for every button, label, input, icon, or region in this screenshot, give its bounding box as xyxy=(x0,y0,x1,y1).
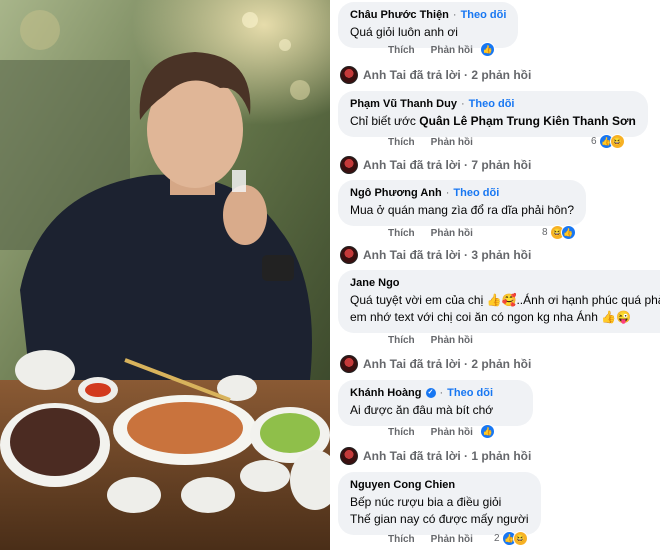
comment-actions: Thích Phản hồi xyxy=(388,228,473,239)
reply-summary: Anh Tai đã trả lời · 7 phản hồi xyxy=(363,158,532,172)
reply-action[interactable]: Phản hồi xyxy=(431,45,473,56)
haha-reaction-icon: 😆 xyxy=(512,531,528,546)
post-photo[interactable] xyxy=(0,0,330,550)
comment: Nguyen Cong Chien Bếp núc rượu bia a điề… xyxy=(338,472,541,535)
follow-link[interactable]: Theo dõi xyxy=(469,97,515,111)
comment: Ngô Phương Anh · Theo dõi Mua ở quán man… xyxy=(338,180,587,226)
comment: Jane Ngo Quá tuyệt vời em của chị 👍🥰..Án… xyxy=(338,270,660,333)
avatar xyxy=(340,355,358,373)
separator-dot: · xyxy=(439,387,444,399)
like-reaction-icon: 👍 xyxy=(480,42,495,57)
reaction-count: 2 xyxy=(494,533,500,544)
comment-bubble: Khánh Hoàng ✓ · Theo dõi Ai được ăn đâu … xyxy=(338,380,534,426)
like-action[interactable]: Thích xyxy=(388,534,415,545)
comment-actions: Thích Phản hồi xyxy=(388,45,473,56)
like-action[interactable]: Thích xyxy=(388,427,415,438)
haha-reaction-icon: 😆 xyxy=(609,134,625,149)
reaction-summary[interactable]: 2 👍 😆 xyxy=(494,531,528,546)
separator-dot: · xyxy=(452,9,457,21)
like-action[interactable]: Thích xyxy=(388,45,415,56)
comment-actions: Thích Phản hồi xyxy=(388,534,473,545)
reply-summary: Anh Tai đã trả lời · 2 phản hồi xyxy=(363,357,532,371)
comments-panel: Châu Phước Thiện · Theo dõi Quá giỏi luô… xyxy=(330,0,660,550)
avatar xyxy=(340,246,358,264)
comment: Phạm Vũ Thanh Duy · Theo dõi Chỉ biết ướ… xyxy=(338,91,648,137)
reply-action[interactable]: Phản hồi xyxy=(431,228,473,239)
comment-text: Quá giỏi luôn anh ơi xyxy=(350,25,458,39)
comment-author[interactable]: Jane Ngo xyxy=(350,276,400,290)
reply-thread-link[interactable]: Anh Tai đã trả lời · 1 phản hồi xyxy=(340,447,531,465)
mention-tag[interactable]: Quân Lê Phạm Trung Kiên Thanh Sơn xyxy=(419,114,636,128)
like-action[interactable]: Thích xyxy=(388,335,415,346)
photo-illustration xyxy=(0,0,330,550)
follow-link[interactable]: Theo dõi xyxy=(453,186,499,200)
reaction-summary[interactable]: 👍 xyxy=(480,424,495,439)
comment-bubble: Phạm Vũ Thanh Duy · Theo dõi Chỉ biết ướ… xyxy=(338,91,648,137)
comment-text-line-2: em nhớ text với chị coi ăn có ngon kg nh… xyxy=(350,310,632,324)
avatar xyxy=(340,156,358,174)
reply-summary: Anh Tai đã trả lời · 2 phản hồi xyxy=(363,68,532,82)
comment-author[interactable]: Phạm Vũ Thanh Duy xyxy=(350,97,457,111)
comment-author[interactable]: Khánh Hoàng xyxy=(350,386,422,400)
follow-link[interactable]: Theo dõi xyxy=(447,386,493,400)
reply-thread-link[interactable]: Anh Tai đã trả lời · 2 phản hồi xyxy=(340,66,531,84)
reply-summary: Anh Tai đã trả lời · 3 phản hồi xyxy=(363,248,532,262)
comment-bubble: Ngô Phương Anh · Theo dõi Mua ở quán man… xyxy=(338,180,587,226)
comment-author[interactable]: Ngô Phương Anh xyxy=(350,186,442,200)
reply-action[interactable]: Phản hồi xyxy=(431,427,473,438)
comment-text: Mua ở quán mang zìa đổ ra dĩa phải hôn? xyxy=(350,203,575,217)
reply-thread-link[interactable]: Anh Tai đã trả lời · 2 phản hồi xyxy=(340,355,531,373)
follow-link[interactable]: Theo dõi xyxy=(461,8,507,22)
like-reaction-icon: 👍 xyxy=(560,225,576,240)
reply-thread-link[interactable]: Anh Tai đã trả lời · 7 phản hồi xyxy=(340,156,531,174)
like-reaction-icon: 👍 xyxy=(480,424,495,439)
comment-text-line-2: Thế gian nay có được mấy người xyxy=(350,512,529,526)
comment-actions: Thích Phản hồi xyxy=(388,427,473,438)
comment-actions: Thích Phản hồi xyxy=(388,137,473,148)
reply-action[interactable]: Phản hồi xyxy=(431,335,473,346)
avatar xyxy=(340,66,358,84)
comment-text-prefix: Chỉ biết ước xyxy=(350,114,416,128)
reply-thread-link[interactable]: Anh Tai đã trả lời · 3 phản hồi xyxy=(340,246,531,264)
avatar xyxy=(340,447,358,465)
reply-action[interactable]: Phản hồi xyxy=(431,534,473,545)
comment-text: Chỉ biết ước Quân Lê Phạm Trung Kiên Tha… xyxy=(350,113,636,130)
comment-bubble: Nguyen Cong Chien Bếp núc rượu bia a điề… xyxy=(338,472,541,535)
like-action[interactable]: Thích xyxy=(388,137,415,148)
comment-text-line-1: Quá tuyệt vời em của chị 👍🥰..Ánh ơi hạnh… xyxy=(350,293,660,307)
comment: Khánh Hoàng ✓ · Theo dõi Ai được ăn đâu … xyxy=(338,380,534,426)
comment-bubble: Jane Ngo Quá tuyệt vời em của chị 👍🥰..Án… xyxy=(338,270,660,333)
verified-badge-icon: ✓ xyxy=(425,388,436,398)
comment-author[interactable]: Châu Phước Thiện xyxy=(350,8,449,22)
comment-text: Ai được ăn đâu mà bít chớ xyxy=(350,403,494,417)
reply-action[interactable]: Phản hồi xyxy=(431,137,473,148)
comment-author[interactable]: Nguyen Cong Chien xyxy=(350,478,455,492)
like-action[interactable]: Thích xyxy=(388,228,415,239)
reaction-count: 8 xyxy=(542,227,548,238)
reaction-count: 6 xyxy=(591,136,597,147)
separator-dot: · xyxy=(460,98,465,110)
comment-text-line-1: Bếp núc rượu bia a điều giỏi xyxy=(350,495,502,509)
separator-dot: · xyxy=(445,187,450,199)
reaction-summary[interactable]: 👍 xyxy=(480,42,495,57)
reaction-summary[interactable]: 6 👍 😆 xyxy=(591,134,625,149)
reaction-summary[interactable]: 8 😆 👍 xyxy=(542,225,576,240)
reply-summary: Anh Tai đã trả lời · 1 phản hồi xyxy=(363,449,532,463)
comment-actions: Thích Phản hồi xyxy=(388,335,473,346)
